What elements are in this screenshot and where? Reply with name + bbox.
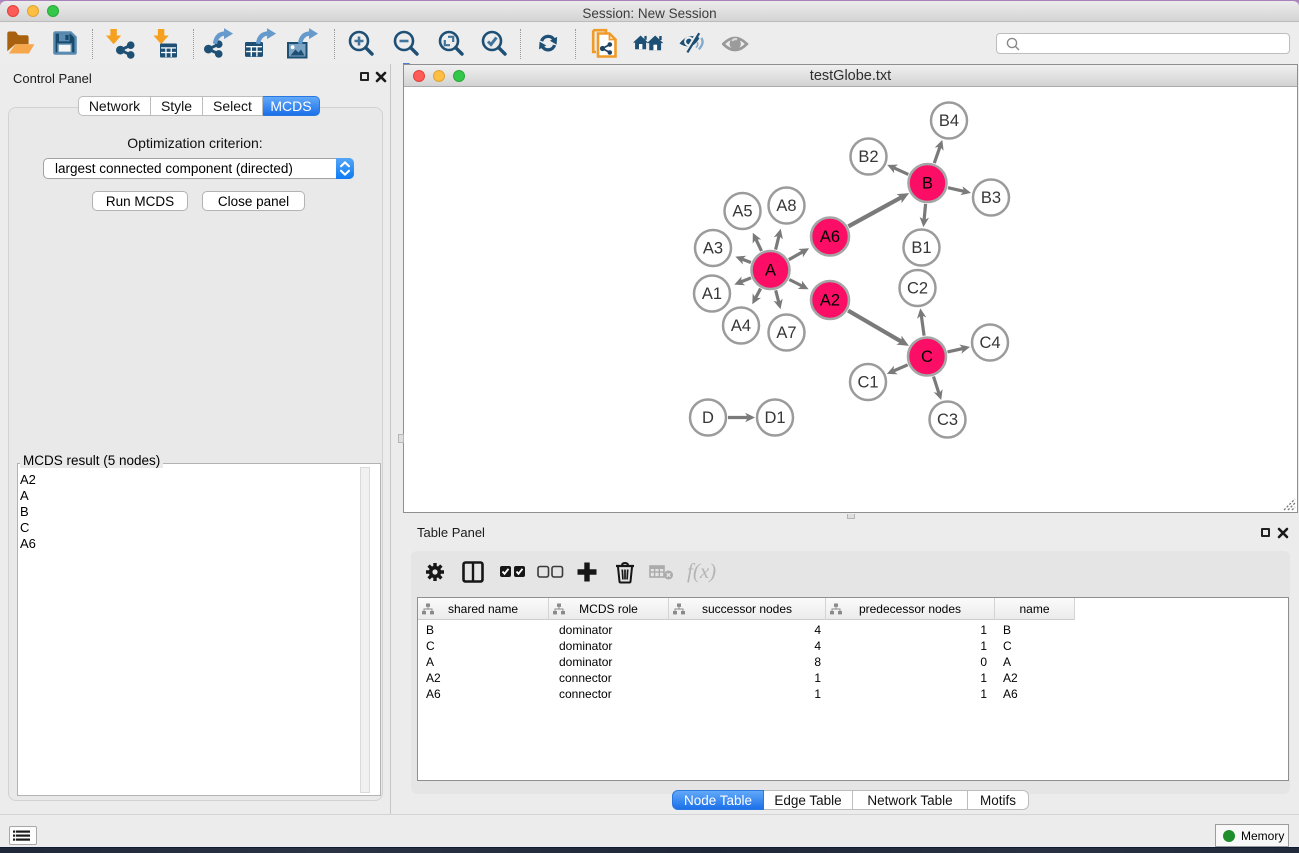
svg-text:B1: B1 — [911, 239, 931, 257]
svg-text:A5: A5 — [732, 203, 752, 221]
svg-text:A8: A8 — [776, 197, 796, 215]
svg-text:C4: C4 — [979, 334, 1000, 352]
svg-text:A4: A4 — [731, 317, 751, 335]
svg-text:A3: A3 — [703, 240, 723, 258]
svg-text:C2: C2 — [907, 280, 928, 298]
svg-text:C1: C1 — [857, 374, 878, 392]
svg-text:B: B — [922, 175, 933, 193]
svg-text:A1: A1 — [702, 285, 722, 303]
svg-text:A6: A6 — [820, 228, 840, 246]
svg-text:D1: D1 — [764, 409, 785, 427]
svg-text:A: A — [765, 262, 776, 280]
svg-text:f(x): f(x) — [687, 561, 716, 583]
svg-text:A2: A2 — [820, 292, 840, 310]
svg-text:B4: B4 — [939, 112, 959, 130]
svg-text:C: C — [921, 348, 933, 366]
svg-text:A7: A7 — [776, 324, 796, 342]
svg-text:B3: B3 — [981, 189, 1001, 207]
svg-text:D: D — [702, 409, 714, 427]
svg-text:B2: B2 — [858, 148, 878, 166]
svg-text:C3: C3 — [937, 411, 958, 429]
